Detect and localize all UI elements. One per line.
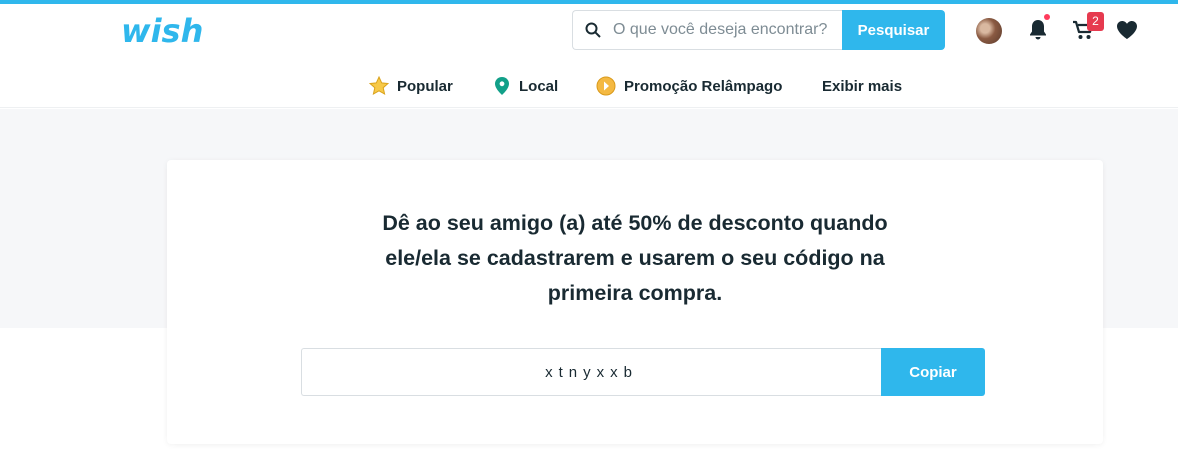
referral-code-row: xtnyxxb Copiar: [301, 348, 985, 396]
site-header: wish Pesquisar 2: [0, 4, 1178, 108]
category-nav: Popular Local Promoção Relâmpago Exibir …: [0, 68, 1178, 104]
notification-dot: [1044, 14, 1050, 20]
search-button[interactable]: Pesquisar: [842, 10, 945, 50]
search-field: [572, 10, 842, 50]
avatar[interactable]: [976, 18, 1002, 44]
star-icon: [369, 76, 389, 95]
nav-item-label: Local: [519, 77, 559, 95]
cart-count-badge: 2: [1087, 12, 1104, 31]
nav-item-popular[interactable]: Popular: [369, 68, 453, 104]
bell-icon: [1030, 20, 1046, 40]
svg-text:wish: wish: [121, 12, 203, 50]
heart-icon: [1117, 21, 1137, 39]
nav-item-flash-deals[interactable]: Promoção Relâmpago: [596, 68, 782, 104]
nav-item-show-more[interactable]: Exibir mais: [822, 68, 902, 104]
search-bar: Pesquisar: [572, 10, 945, 50]
notifications-button[interactable]: [1024, 16, 1052, 44]
nav-item-label: Popular: [397, 77, 453, 95]
flash-deal-icon: [596, 76, 616, 96]
search-icon: [585, 22, 601, 38]
referral-code-field[interactable]: xtnyxxb: [301, 348, 881, 396]
search-input[interactable]: [613, 21, 833, 39]
referral-headline: Dê ao seu amigo (a) até 50% de desconto …: [382, 211, 888, 305]
nav-item-label: Promoção Relâmpago: [624, 77, 783, 95]
nav-item-label: Exibir mais: [822, 77, 903, 95]
location-pin-icon: [495, 77, 509, 95]
copy-code-button[interactable]: Copiar: [881, 348, 985, 396]
referral-card: Dê ao seu amigo (a) até 50% de desconto …: [167, 160, 1103, 444]
wishlist-button[interactable]: [1113, 16, 1141, 44]
wish-logo[interactable]: wish: [121, 12, 211, 52]
nav-item-local[interactable]: Local: [493, 68, 558, 104]
